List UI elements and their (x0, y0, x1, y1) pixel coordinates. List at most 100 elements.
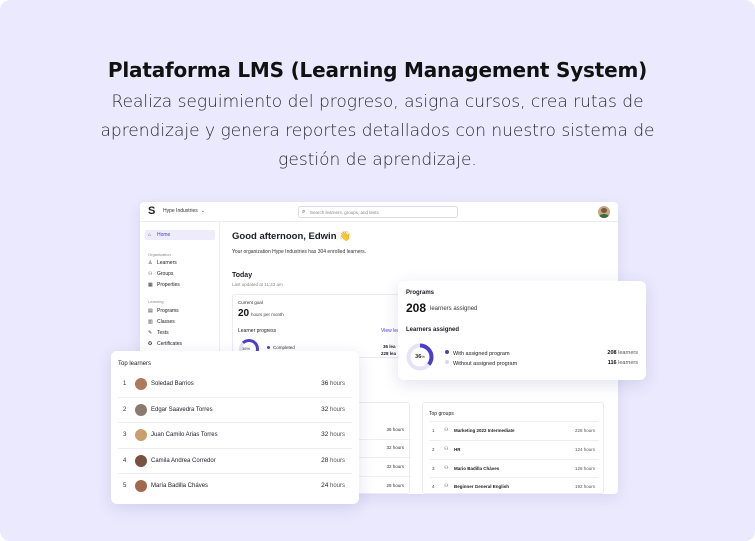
greeting-subtitle: Your organization Hype Industries has 30… (232, 249, 367, 255)
group-icon: ⚇ (444, 465, 449, 471)
sidebar-item-label: Learners (157, 260, 177, 266)
sidebar-item-groups[interactable]: ⚇ Groups (148, 271, 173, 277)
sidebar-item-learners[interactable]: ♙ Learners (148, 260, 177, 266)
legend-label: Without assigned program (453, 361, 518, 367)
sidebar-item-label: Home (157, 232, 171, 238)
avatar (135, 480, 147, 492)
completed-legend: Completed (267, 345, 295, 350)
sidebar-item-classes[interactable]: ▥ Classes (148, 319, 175, 325)
goal-unit: hours per month (251, 312, 284, 317)
table-row[interactable]: 4 Camila Andrea Corredor 28 hours (118, 448, 352, 473)
tests-icon: ✎ (148, 330, 153, 336)
group-name: Beginner General English (454, 484, 510, 489)
programs-count: 208 (406, 301, 427, 315)
user-avatar[interactable] (598, 206, 610, 218)
table-cell-value: 28 hours (386, 483, 404, 488)
hours-value: 24 (321, 482, 329, 489)
sidebar-item-label: Programs (157, 308, 179, 314)
sidebar-item-label: Properties (157, 282, 180, 288)
avatar (135, 429, 147, 441)
hours-value: 32 (321, 406, 329, 413)
sidebar-item-programs[interactable]: ▤ Programs (148, 308, 179, 314)
group-icon: ⚇ (444, 446, 449, 452)
table-row[interactable]: 3 Juan Camilo Arias Torres 32 hours (118, 422, 352, 447)
legend-dot (445, 360, 449, 364)
learner-name: Camila Andrea Corredor (151, 458, 216, 464)
search-input[interactable]: ⌕ Search learners, groups, and tests (298, 206, 458, 218)
learner-hours: 24 hours (321, 482, 345, 489)
hours-value: 36 (321, 380, 329, 387)
group-value: 126 hours (574, 466, 595, 471)
group-value: 228 hours (574, 428, 595, 433)
learner-hours: 32 hours (321, 431, 345, 438)
avatar (135, 455, 147, 467)
learner-name: María Badilla Cháves (151, 483, 209, 489)
certificate-icon: ✪ (148, 341, 153, 347)
legend-number: 208 (607, 350, 617, 356)
home-icon: ⌂ (148, 232, 152, 238)
group-value: 192 hours (574, 484, 595, 489)
properties-icon: ▦ (148, 282, 153, 288)
sidebar-item-label: Classes (157, 319, 175, 325)
legend-unit: learners (618, 360, 638, 366)
sidebar-item-label: Tests (157, 330, 169, 336)
sidebar-item-properties[interactable]: ▦ Properties (148, 282, 180, 288)
sidebar-section-learning: Learning (148, 299, 164, 304)
top-learners-title: Top learners (118, 361, 152, 367)
sidebar-item-label: Groups (157, 271, 174, 277)
legend-dot (267, 346, 270, 349)
hours-unit: hours (329, 458, 345, 464)
legend-value: 208 learners (607, 350, 638, 356)
group-icon: ⚇ (444, 427, 449, 433)
goal-value: 20 (238, 308, 250, 319)
view-learners-link[interactable]: View lea (381, 328, 400, 334)
table-row[interactable]: 1 Soledad Barrios 36 hours (118, 372, 352, 397)
row-rank: 3 (432, 466, 435, 471)
sidebar-section-organization: Organization (148, 252, 171, 257)
learner-hours: 32 hours (321, 406, 345, 413)
chevron-down-icon: ⌄ (200, 208, 205, 214)
top-learners-card: Top learners 1 Soledad Barrios 36 hours … (111, 351, 359, 504)
page-subheadline: Realiza seguimiento del progreso, asigna… (100, 92, 655, 170)
row-rank: 2 (432, 447, 435, 452)
row-rank: 3 (123, 432, 127, 438)
table-cell-value: 36 hours (386, 427, 404, 432)
app-logo[interactable]: S (148, 205, 155, 217)
legend-number: 116 (607, 360, 617, 366)
learner-hours: 36 hours (321, 380, 345, 387)
org-switcher[interactable]: Hype Industries ⌄ (163, 208, 205, 214)
sidebar-item-home[interactable]: ⌂ Home (145, 230, 215, 240)
row-rank: 4 (123, 458, 127, 464)
top-groups-card: Top groups 1 ⚇ Marketing 2022 Intermedia… (422, 402, 604, 494)
row-rank: 2 (123, 407, 127, 413)
programs-title: Programs (406, 290, 435, 296)
legend-row-without-program: Without assigned program (445, 360, 517, 367)
table-row[interactable]: 2 Edgar Saavedra Torres 32 hours (118, 397, 352, 422)
legend-row-with-program: With assigned program (445, 350, 510, 357)
sidebar-item-certificates[interactable]: ✪ Certificates (148, 341, 182, 347)
hours-unit: hours (329, 407, 345, 413)
learner-progress-label: Learner progress (238, 328, 277, 334)
sidebar-item-tests[interactable]: ✎ Tests (148, 330, 169, 336)
legend-unit: learners (618, 350, 638, 356)
group-value: 124 hours (574, 447, 595, 452)
table-cell-value: 32 hours (386, 464, 404, 469)
learner-hours: 28 hours (321, 457, 345, 464)
current-goal-card: Current goal 20 hours per month Learner … (232, 294, 412, 359)
classes-icon: ▥ (148, 319, 153, 325)
search-placeholder: Search learners, groups, and tests (310, 210, 379, 215)
table-row[interactable]: 4 ⚇ Beginner General English 192 hours (429, 477, 599, 494)
learner-name: Edgar Saavedra Torres (151, 407, 213, 413)
percent-sign: % (421, 354, 425, 359)
table-row[interactable]: 5 María Badilla Cháves 24 hours (118, 473, 352, 498)
last-updated: Last updated at 11:43 am (232, 282, 283, 287)
hours-unit: hours (329, 381, 345, 387)
hours-unit: hours (329, 483, 345, 489)
search-icon: ⌕ (302, 209, 306, 215)
table-row[interactable]: 1 ⚇ Marketing 2022 Intermediate 228 hour… (429, 421, 599, 439)
table-row[interactable]: 2 ⚇ HR 124 hours (429, 440, 599, 458)
group-icon: ⚇ (148, 271, 153, 277)
table-row[interactable]: 3 ⚇ Mario Badilla Cháves 126 hours (429, 459, 599, 477)
org-name: Hype Industries (163, 208, 198, 214)
hours-value: 28 (321, 457, 329, 464)
